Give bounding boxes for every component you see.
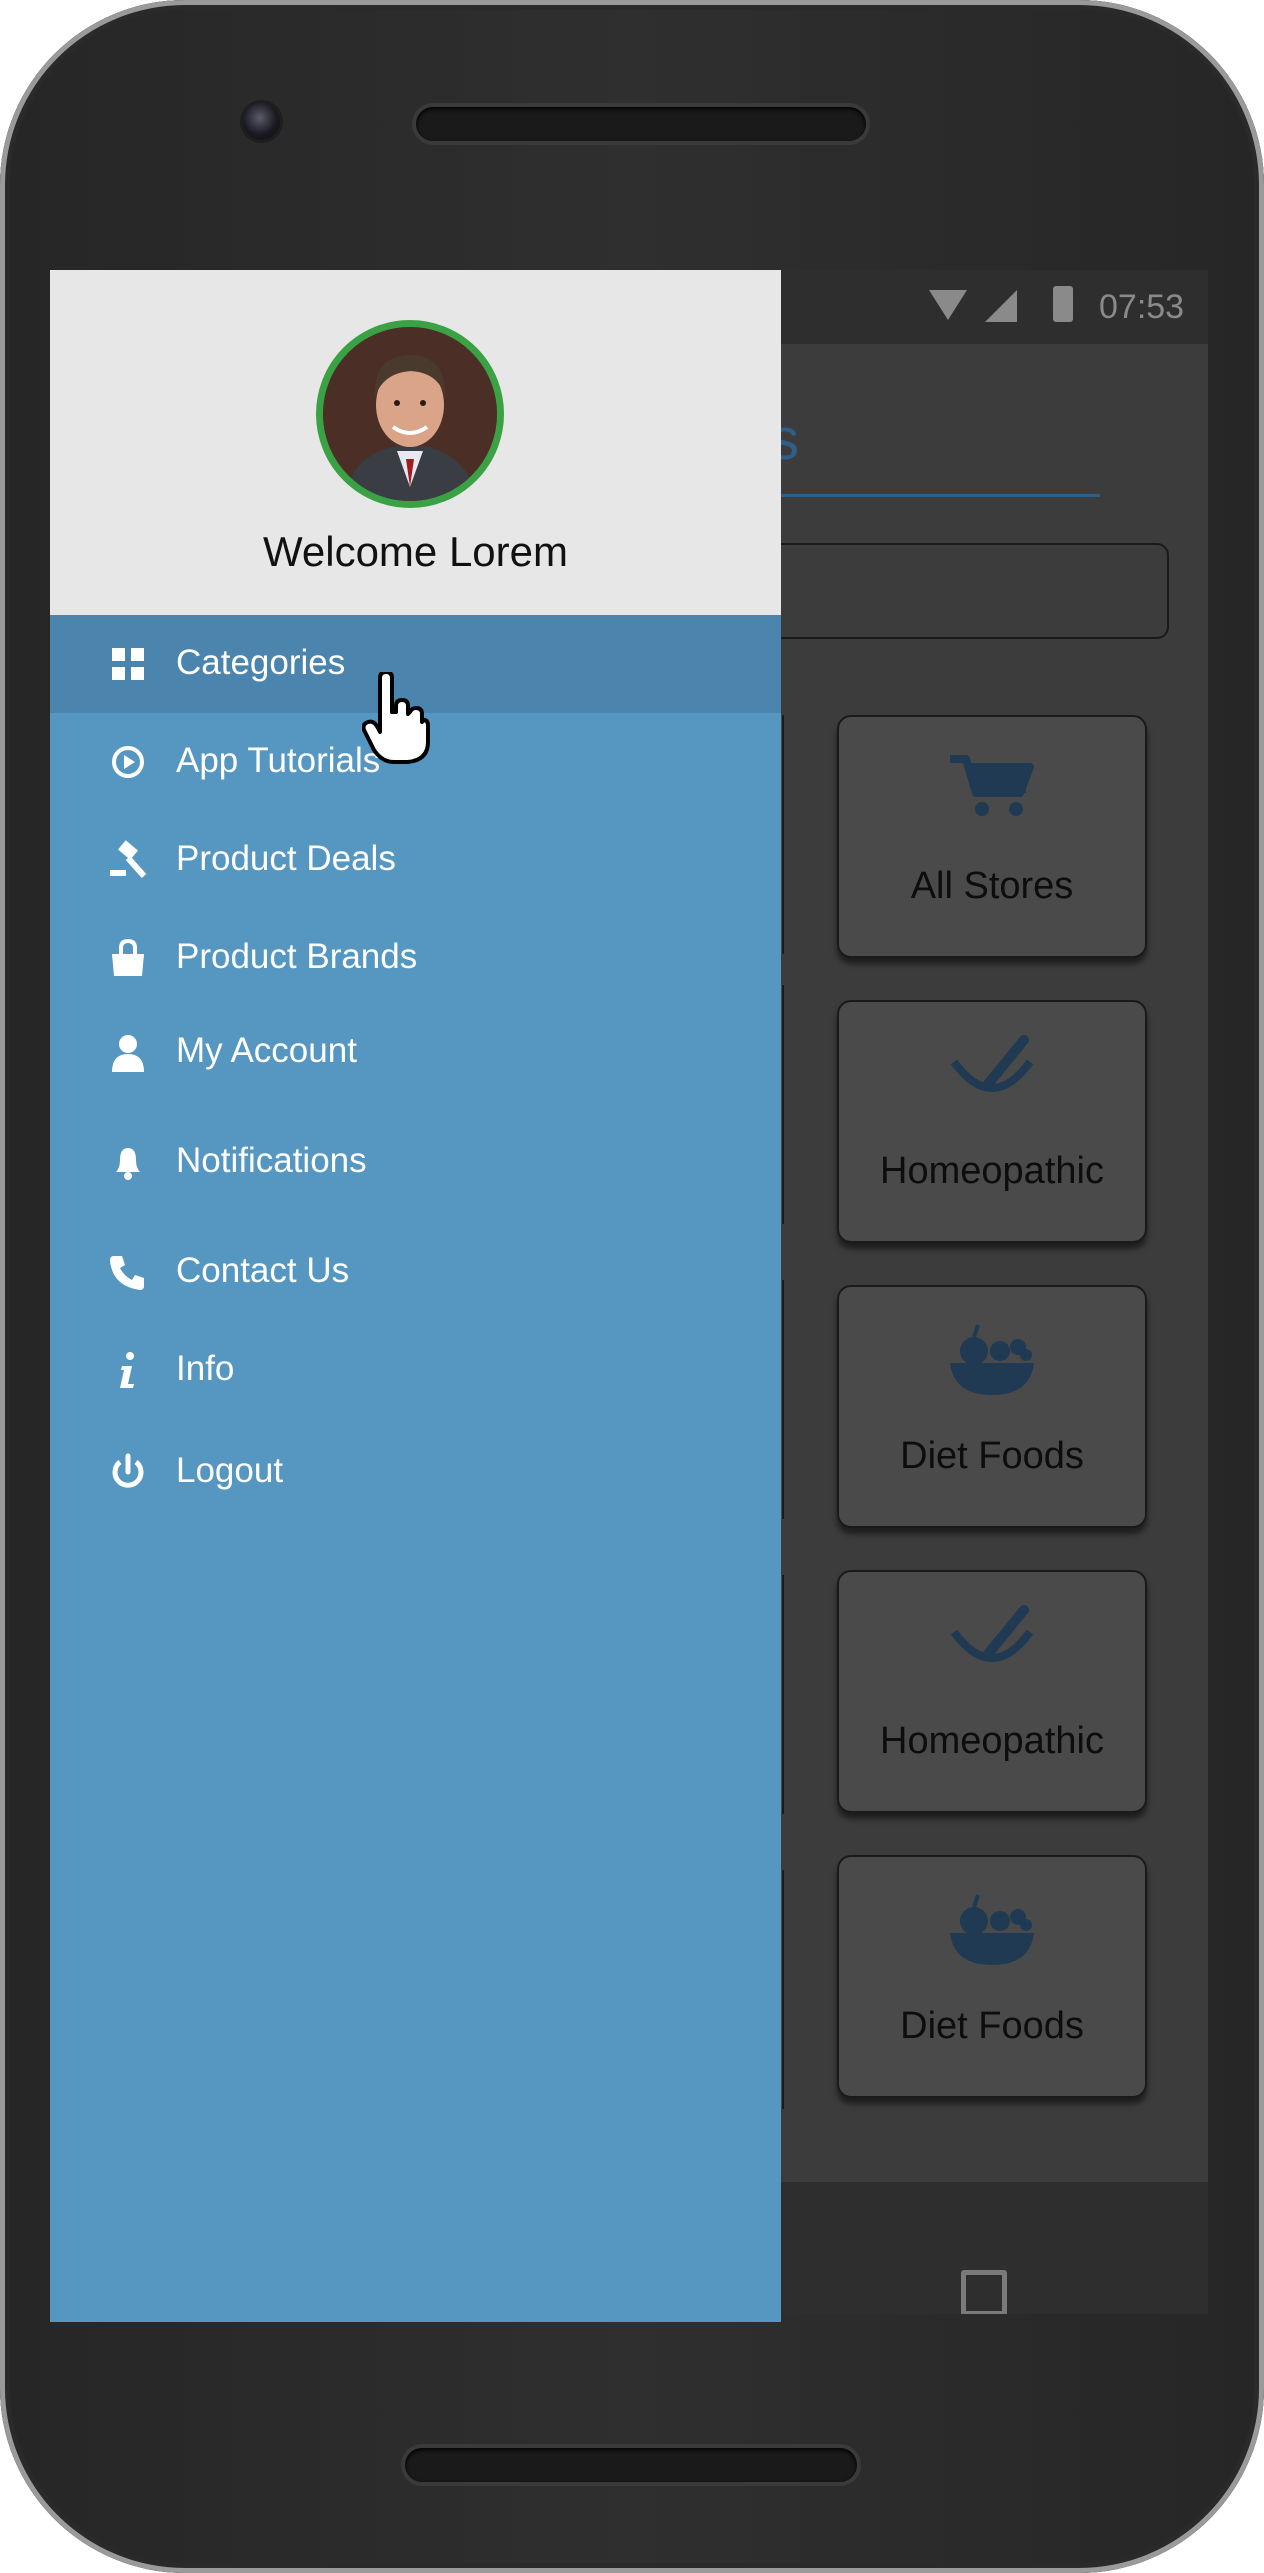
info-icon: [120, 1352, 134, 1388]
fruit-basket-icon: [950, 1324, 1034, 1395]
menu-item-product-brands[interactable]: Product Brands: [50, 909, 781, 1007]
menu-label: Info: [176, 1349, 235, 1388]
card-label: Diet Foods: [900, 1435, 1084, 1477]
menu-label: My Account: [176, 1031, 357, 1070]
recent-apps-button[interactable]: [961, 2270, 1007, 2314]
category-card[interactable]: Homeopathic: [837, 1570, 1147, 1813]
card-label: Homeopathic: [880, 1150, 1104, 1192]
gavel-icon: [110, 840, 147, 878]
welcome-text: Welcome Lorem: [263, 528, 568, 575]
profile-photo: [323, 327, 497, 501]
menu-label: Logout: [176, 1451, 284, 1490]
menu-item-my-account[interactable]: My Account: [50, 1003, 781, 1101]
cart-icon: [950, 755, 1034, 816]
menu-label: App Tutorials: [176, 741, 381, 780]
mortar-pestle-icon: [950, 1605, 1034, 1662]
card-label: All Stores: [910, 865, 1074, 907]
play-circle-icon: [112, 746, 144, 778]
menu-label: Product Brands: [176, 937, 418, 976]
shopping-bag-icon: [112, 938, 144, 976]
power-icon: [112, 1453, 144, 1488]
user-icon: [112, 1035, 144, 1072]
menu-label: Categories: [176, 643, 346, 682]
grid-icon: [112, 648, 144, 680]
top-speaker: [416, 107, 866, 141]
bell-icon: [116, 1148, 140, 1180]
status-time: 07:53: [1099, 288, 1185, 326]
card-label: Diet Foods: [900, 2005, 1084, 2047]
wifi-icon: [929, 290, 967, 320]
category-card[interactable]: Homeopathic: [837, 1000, 1147, 1243]
menu-label: Notifications: [176, 1141, 367, 1180]
drawer-header: Welcome Lorem: [50, 270, 781, 615]
signal-icon: [985, 290, 1017, 322]
front-camera: [243, 103, 280, 140]
menu-item-notifications[interactable]: Notifications: [50, 1113, 781, 1211]
battery-icon: [1053, 286, 1073, 322]
menu-item-contact-us[interactable]: Contact Us: [50, 1223, 781, 1321]
title-underline: [770, 494, 1100, 497]
card-label: Homeopathic: [880, 1720, 1104, 1762]
phone-icon: [110, 1256, 144, 1290]
mortar-pestle-icon: [950, 1035, 1034, 1092]
category-card[interactable]: Diet Foods: [837, 1285, 1147, 1528]
menu-item-logout[interactable]: Logout: [50, 1423, 781, 1521]
navigation-drawer: Welcome Lorem Categories App Tutorials P…: [50, 270, 781, 2322]
menu-label: Contact Us: [176, 1251, 350, 1290]
menu-item-product-deals[interactable]: Product Deals: [50, 811, 781, 909]
menu-label: Product Deals: [176, 839, 396, 878]
category-card[interactable]: Diet Foods: [837, 1855, 1147, 2098]
fruit-basket-icon: [950, 1894, 1034, 1965]
hand-cursor-icon: [362, 672, 430, 764]
menu-item-info[interactable]: Info: [50, 1321, 781, 1419]
avatar[interactable]: [316, 320, 504, 508]
bottom-speaker: [405, 2448, 857, 2482]
background-search-field[interactable]: [770, 543, 1169, 639]
category-card[interactable]: All Stores: [837, 715, 1147, 958]
